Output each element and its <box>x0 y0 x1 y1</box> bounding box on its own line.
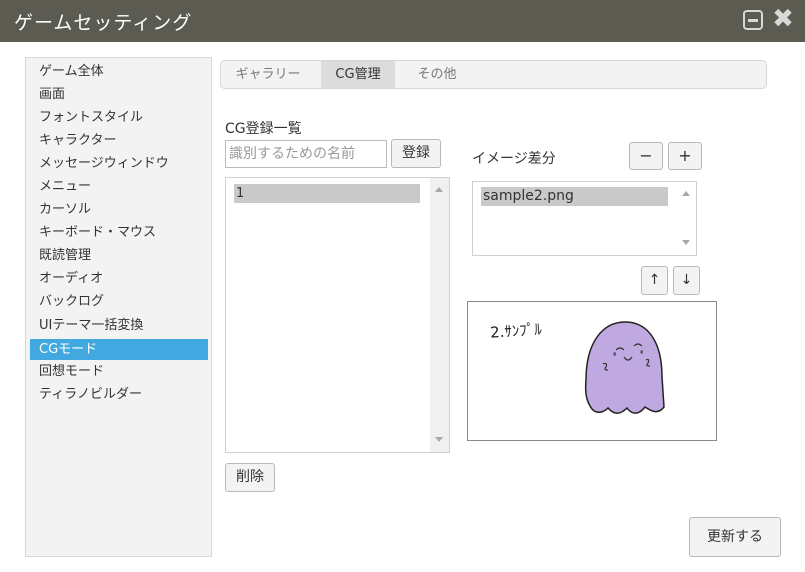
image-diff-item[interactable]: sample2.png <box>481 187 668 206</box>
register-button[interactable]: 登録 <box>391 139 441 168</box>
sidebar-item-character[interactable]: キャラクター <box>30 130 208 151</box>
sidebar-item-audio[interactable]: オーディオ <box>30 268 208 289</box>
update-button[interactable]: 更新する <box>689 517 781 557</box>
sidebar-item-game[interactable]: ゲーム全体 <box>30 61 208 82</box>
cg-list-scrollbar[interactable] <box>430 178 449 452</box>
sidebar-item-menu[interactable]: メニュー <box>30 176 208 197</box>
sidebar-item-screen[interactable]: 画面 <box>30 84 208 105</box>
image-diff-heading: イメージ差分 <box>472 151 556 167</box>
delete-button[interactable]: 削除 <box>225 463 275 492</box>
scroll-up-icon[interactable] <box>435 187 443 192</box>
sidebar-item-cg-mode[interactable]: CGモード <box>30 339 208 360</box>
sidebar-item-message-window[interactable]: メッセージウィンドウ <box>30 153 208 174</box>
sidebar-item-font-style[interactable]: フォントスタイル <box>30 107 208 128</box>
move-up-button[interactable]: ↑ <box>641 266 668 295</box>
sidebar-item-recollection-mode[interactable]: 回想モード <box>30 361 208 382</box>
sidebar-item-keyboard-mouse[interactable]: キーボード・マウス <box>30 222 208 243</box>
remove-diff-button[interactable]: − <box>629 142 663 170</box>
image-diff-list[interactable]: sample2.png <box>472 181 697 256</box>
add-diff-button[interactable]: + <box>668 142 702 170</box>
scroll-up-icon[interactable] <box>682 191 690 196</box>
cg-list-item[interactable]: 1 <box>234 184 420 203</box>
cg-list-heading: CG登録一覧 <box>225 121 302 137</box>
title-bar: ゲームセッティング ✖ <box>0 0 805 42</box>
cg-name-input[interactable] <box>225 140 387 168</box>
minimize-icon[interactable] <box>743 10 763 30</box>
tab-gallery[interactable]: ギャラリー <box>226 61 310 88</box>
move-down-button[interactable]: ↓ <box>673 266 700 295</box>
tab-bar: ギャラリー CG管理 その他 <box>220 60 767 89</box>
close-icon[interactable]: ✖ <box>772 5 794 33</box>
sidebar-item-ui-theme[interactable]: UIテーマ一括変換 <box>30 315 208 336</box>
sidebar-item-tyrano-builder[interactable]: ティラノビルダー <box>30 384 208 405</box>
tab-other[interactable]: その他 <box>401 61 473 88</box>
ghost-illustration <box>584 321 665 414</box>
cg-list[interactable]: 1 <box>225 177 450 453</box>
scroll-down-icon[interactable] <box>435 437 443 442</box>
sidebar-item-read-management[interactable]: 既読管理 <box>30 245 208 266</box>
image-diff-scrollbar[interactable] <box>677 182 696 255</box>
scroll-down-icon[interactable] <box>682 240 690 245</box>
sidebar-item-cursor[interactable]: カーソル <box>30 199 208 220</box>
settings-sidebar: ゲーム全体 画面 フォントスタイル キャラクター メッセージウィンドウ メニュー… <box>25 57 212 557</box>
sidebar-item-backlog[interactable]: バックログ <box>30 291 208 312</box>
tab-cg-management[interactable]: CG管理 <box>321 61 395 88</box>
window-title: ゲームセッティング <box>14 12 193 34</box>
image-preview: 2.ｻﾝﾌﾟﾙ <box>467 301 717 441</box>
